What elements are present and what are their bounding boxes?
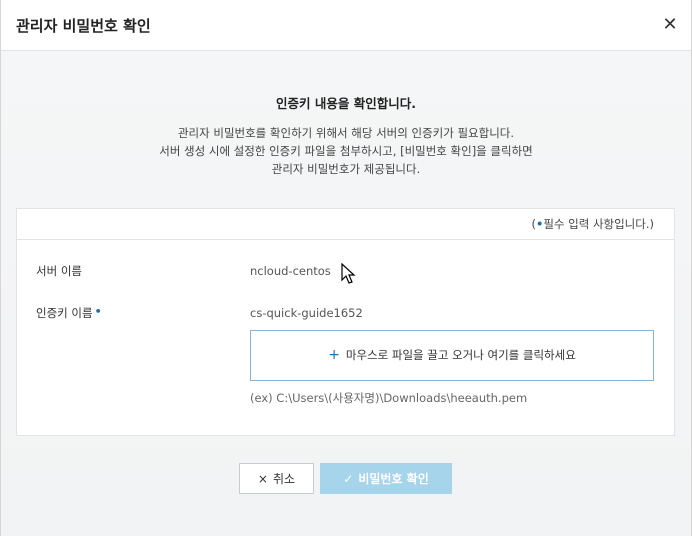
dropzone-label: + 마우스로 파일을 끌고 오거나 여기를 클릭하세요 [251,347,653,363]
server-name-label: 서버 이름 [36,264,82,278]
intro-description: 관리자 비밀번호를 확인하기 위해서 해당 서버의 인증키가 필요합니다. 서버… [1,124,691,178]
dialog-header: 관리자 비밀번호 확인 ✕ [1,0,691,51]
plus-icon: + [328,347,340,363]
close-icon: × [257,471,268,486]
key-name-value: cs-quick-guide1652 [250,306,363,320]
dialog-title: 관리자 비밀번호 확인 [16,17,151,35]
cancel-label: 취소 [272,472,296,486]
mouse-cursor-icon [341,263,356,284]
required-bar: (•필수 입력 사항입니다.) [17,209,674,240]
key-name-label: 인증키 이름 [36,306,93,320]
intro-line: 관리자 비밀번호를 확인하기 위해서 해당 서버의 인증키가 필요합니다. [177,126,515,140]
key-name-label-row: 인증키 이름 • [36,305,102,321]
required-note-text: 필수 입력 사항입니다.) [543,217,654,231]
confirm-label: 비밀번호 확인 [358,472,429,486]
form-card: (•필수 입력 사항입니다.) 서버 이름 ncloud-centos 인증키 … [16,208,675,436]
intro-line: 서버 생성 시에 설정한 인증키 파일을 첨부하시고, [비밀번호 확인]을 클… [159,144,533,158]
server-name-value: ncloud-centos [250,264,331,278]
close-icon[interactable]: ✕ [661,16,679,34]
confirm-password-button[interactable]: ✓ 비밀번호 확인 [320,463,452,494]
intro-line: 관리자 비밀번호가 제공됩니다. [271,162,421,176]
dropzone-text: 마우스로 파일을 끌고 오거나 여기를 클릭하세요 [345,348,576,362]
required-note: (•필수 입력 사항입니다.) [531,216,654,232]
intro-headline: 인증키 내용을 확인합니다. [276,96,416,111]
cancel-button[interactable]: × 취소 [239,463,314,494]
required-dot-icon: • [94,305,102,318]
check-icon: ✓ [343,471,354,486]
example-path-hint: (ex) C:\Users\(사용자명)\Downloads\heeauth.p… [250,391,528,405]
dialog-body: 인증키 내용을 확인합니다. 관리자 비밀번호를 확인하기 위해서 해당 서버의… [1,51,691,536]
file-dropzone[interactable]: + 마우스로 파일을 끌고 오거나 여기를 클릭하세요 [250,330,654,381]
